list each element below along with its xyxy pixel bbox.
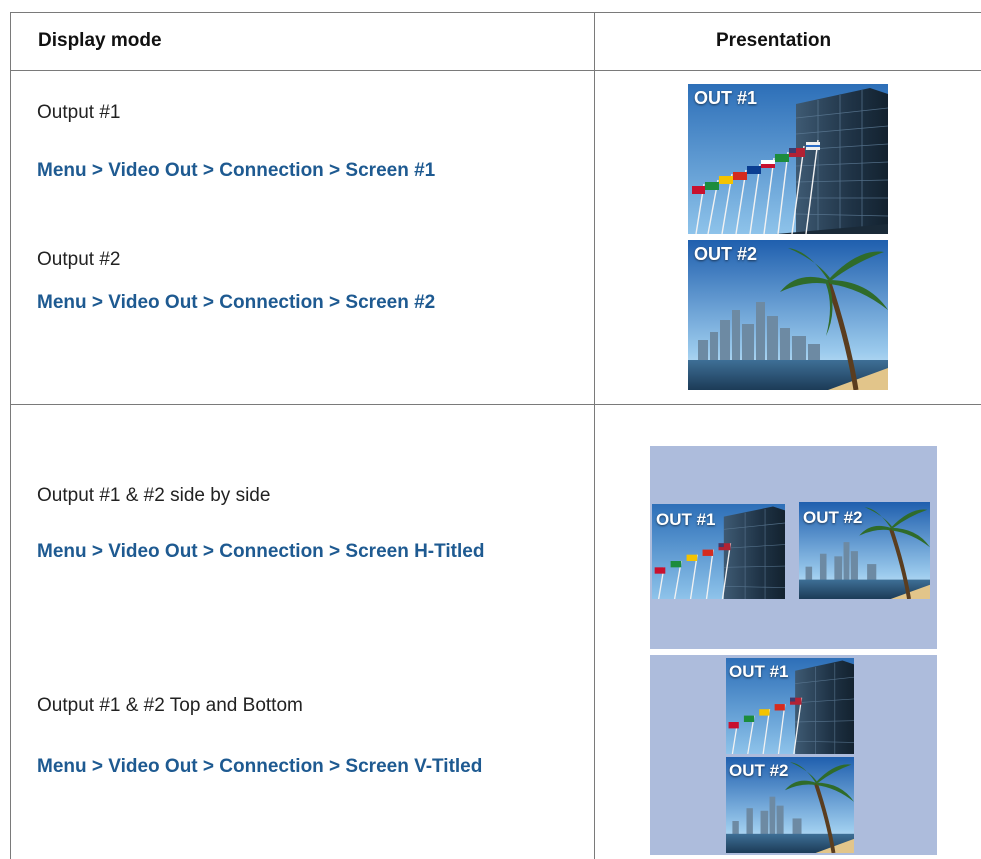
menu-path-screen-1: Menu > Video Out > Connection > Screen #… <box>37 160 436 181</box>
out2-thumbnail: OUT #2 <box>688 240 888 390</box>
display-mode-output-1: Output #1 <box>37 102 121 123</box>
side-by-side-out1-label: OUT #1 <box>656 510 716 529</box>
header-bottom-rule <box>10 70 981 71</box>
row-divider-rule <box>10 404 981 405</box>
column-header-presentation: Presentation <box>716 30 832 51</box>
table-top-rule <box>10 12 981 13</box>
side-by-side-out1-thumbnail: OUT #1 <box>652 504 785 599</box>
side-by-side-panel: OUT #1 OUT #2 <box>650 446 937 649</box>
top-and-bottom-out1-thumbnail: OUT #1 <box>726 658 854 754</box>
out2-label: OUT #2 <box>694 244 758 264</box>
menu-path-screen-v-titled: Menu > Video Out > Connection > Screen V… <box>37 756 483 777</box>
column-header-display-mode: Display mode <box>38 30 162 51</box>
table-left-rule <box>10 12 11 859</box>
display-mode-output-2: Output #2 <box>37 249 121 270</box>
top-and-bottom-out2-label: OUT #2 <box>729 761 789 780</box>
side-by-side-out2-thumbnail: OUT #2 <box>799 502 930 599</box>
display-mode-top-and-bottom: Output #1 & #2 Top and Bottom <box>37 695 303 716</box>
top-and-bottom-out1-label: OUT #1 <box>729 662 789 681</box>
out1-thumbnail: OUT #1 <box>688 84 888 234</box>
top-and-bottom-panel: OUT #1 OUT #2 <box>650 655 937 855</box>
column-divider-rule <box>594 12 595 859</box>
menu-path-screen-h-titled: Menu > Video Out > Connection > Screen H… <box>37 541 485 562</box>
menu-path-screen-2: Menu > Video Out > Connection > Screen #… <box>37 292 436 313</box>
out1-label: OUT #1 <box>694 88 758 108</box>
display-mode-side-by-side: Output #1 & #2 side by side <box>37 485 271 506</box>
side-by-side-out2-label: OUT #2 <box>803 508 863 527</box>
top-and-bottom-out2-thumbnail: OUT #2 <box>726 757 854 853</box>
